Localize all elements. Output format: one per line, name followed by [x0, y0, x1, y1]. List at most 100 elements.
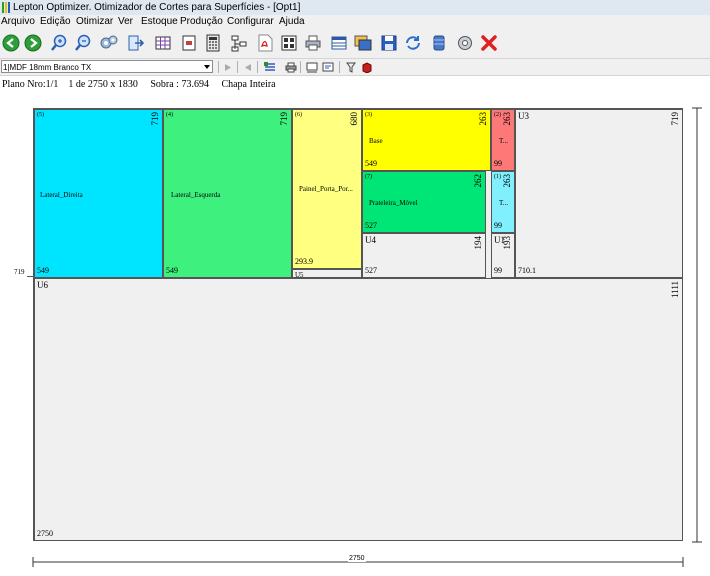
piece-t-2[interactable]: (2) 263 T... 99 [491, 109, 515, 171]
piece-width: 293.9 [295, 257, 313, 266]
toolbar-divider [237, 61, 238, 73]
zoom-in-icon [51, 34, 67, 51]
close-icon [481, 35, 497, 51]
previous-plan-button[interactable] [242, 61, 254, 73]
next-plan-button[interactable] [222, 61, 234, 73]
gears-icon [100, 35, 118, 49]
optimize-button[interactable] [98, 32, 120, 54]
back-icon [245, 63, 251, 71]
calculator-button[interactable] [202, 32, 224, 54]
leftover-u3[interactable]: U3 719 710.1 [515, 109, 683, 278]
piece-number: (2) [494, 112, 501, 118]
leftover-width: 99 [494, 266, 502, 275]
menu-configurar[interactable]: Configurar [227, 15, 274, 29]
leftover-width: 527 [365, 266, 377, 275]
toolbar-divider [300, 61, 301, 73]
piece-height: 263 [478, 112, 488, 126]
piece-lateral-direita[interactable]: (5) 719 Lateral_Direita 549 [34, 109, 163, 278]
piece-base[interactable]: (3) 263 Base 549 [362, 109, 491, 171]
layout-button[interactable] [278, 32, 300, 54]
leftover-height: 1111 [670, 281, 680, 298]
database-icon [433, 35, 445, 51]
piece-name: Painel_Porta_Por... [299, 185, 353, 193]
main-toolbar [0, 29, 710, 59]
plan-of: 1 de 2750 x 1830 [68, 79, 138, 90]
leftover-u4[interactable]: U4 194 527 [362, 233, 486, 278]
plan-leftover: Sobra : 73.694 [150, 79, 209, 90]
calculator-icon [206, 34, 220, 52]
leftover-u1[interactable]: U1 193 99 [491, 233, 515, 278]
piece-lateral-esquerda[interactable]: (4) 719 Lateral_Esquerda 549 [163, 109, 292, 278]
piece-painel-porta[interactable]: (6) 680 Painel_Porta_Por... 293.9 [292, 109, 362, 269]
menu-ajuda[interactable]: Ajuda [279, 15, 305, 29]
piece-prateleira-movel[interactable]: (7) 262 Prateleira_Móvel 527 [362, 171, 486, 233]
leftover-u6[interactable]: U6 1111 2750 [34, 278, 683, 541]
cutting-sheet[interactable]: (5) 719 Lateral_Direita 549 (4) 719 Late… [33, 108, 683, 541]
secondary-toolbar: 1|MDF 18mm Branco TX [0, 59, 710, 76]
leftover-height: 194 [473, 236, 483, 250]
piece-name: T... [499, 199, 509, 207]
piece-number: (5) [37, 112, 44, 118]
leftover-width: 2750 [37, 529, 53, 538]
export-button[interactable] [124, 32, 146, 54]
pdf-button[interactable] [254, 32, 276, 54]
piece-name: Lateral_Direita [40, 191, 83, 199]
piece-t-1[interactable]: (1) 263 T... 99 [491, 171, 515, 233]
list-button[interactable] [264, 61, 276, 73]
leftover-label: U3 [518, 111, 529, 121]
settings-button[interactable] [454, 32, 476, 54]
print-plan-button[interactable] [285, 61, 297, 73]
menu-otimizar[interactable]: Otimizar [76, 15, 113, 29]
grid-icon [155, 36, 171, 50]
table-button[interactable] [328, 32, 350, 54]
zoom-out-icon [75, 34, 91, 51]
piece-number: (1) [494, 174, 501, 180]
database-button[interactable] [428, 32, 450, 54]
toolbar-divider [339, 61, 340, 73]
back-button[interactable] [0, 32, 22, 54]
menu-producao[interactable]: Produção [180, 15, 223, 29]
piece-width: 549 [166, 266, 178, 275]
material-button[interactable] [361, 61, 373, 73]
leftover-u5[interactable]: U5 [292, 269, 362, 279]
sheet-width-label: 2750 [348, 555, 366, 562]
forward-button[interactable] [22, 32, 44, 54]
piece-width: 549 [365, 159, 377, 168]
height-marker: 719 [14, 268, 25, 276]
filter-button[interactable] [345, 61, 357, 73]
piece-height: 263 [502, 174, 512, 188]
piece-icon [182, 35, 196, 51]
forward-arrow-icon [24, 34, 42, 52]
filter-icon [346, 62, 356, 73]
view-sheet-button[interactable] [306, 61, 318, 73]
piece-number: (3) [365, 112, 372, 118]
label-icon [322, 62, 334, 71]
print-button[interactable] [302, 32, 324, 54]
toolbar-divider [257, 61, 258, 73]
piece-height: 262 [473, 174, 483, 188]
zoom-out-button[interactable] [72, 32, 94, 54]
material-select[interactable]: 1|MDF 18mm Branco TX [1, 60, 213, 73]
stock-button[interactable] [352, 32, 374, 54]
leftover-height: 193 [502, 236, 512, 250]
pieces-tree-button[interactable] [228, 32, 250, 54]
close-button[interactable] [478, 32, 500, 54]
menu-arquivo[interactable]: Arquivo [1, 15, 35, 29]
play-icon [225, 63, 231, 71]
grid-button[interactable] [152, 32, 174, 54]
title-bar: Lepton Optimizer. Otimizador de Cortes p… [0, 0, 710, 16]
layout-icon [281, 35, 297, 51]
save-button[interactable] [378, 32, 400, 54]
floppy-disk-icon [381, 35, 397, 51]
zoom-in-button[interactable] [48, 32, 70, 54]
labels-button[interactable] [322, 61, 334, 73]
menu-ver[interactable]: Ver [118, 15, 133, 29]
menu-estoque[interactable]: Estoque [141, 15, 178, 29]
refresh-button[interactable] [402, 32, 424, 54]
refresh-icon [406, 36, 420, 50]
piece-height: 719 [150, 112, 160, 126]
menu-edicao[interactable]: Edição [40, 15, 71, 29]
list-icon [264, 61, 275, 71]
piece-button[interactable] [178, 32, 200, 54]
plan-info: Plano Nro:1/1 1 de 2750 x 1830 Sobra : 7… [2, 79, 276, 90]
